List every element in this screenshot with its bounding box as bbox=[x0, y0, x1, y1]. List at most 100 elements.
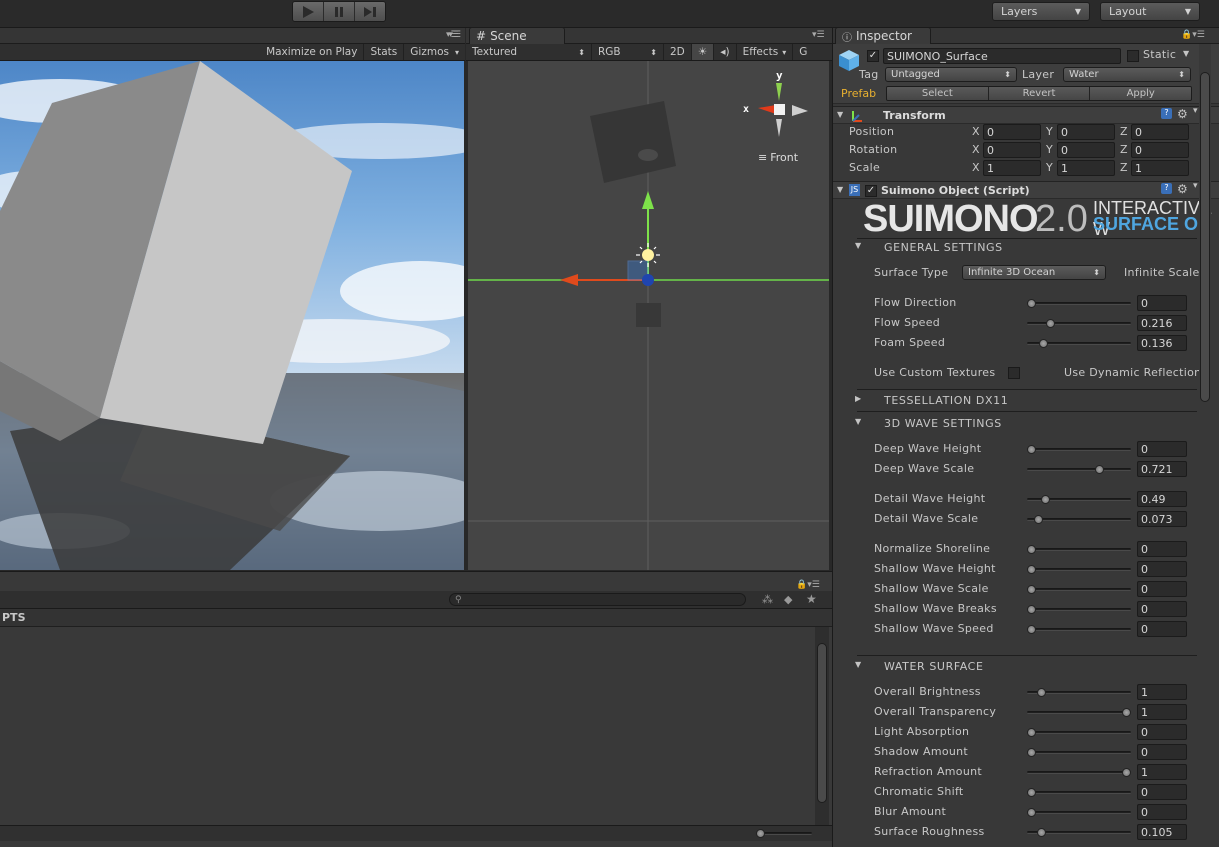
transform-y-field[interactable]: 1 bbox=[1057, 160, 1115, 176]
slider-value-field[interactable]: 0 bbox=[1137, 784, 1187, 800]
help-icon[interactable]: ? bbox=[1161, 108, 1172, 119]
render-mode-dropdown[interactable]: Textured ⬍ bbox=[466, 44, 592, 60]
slider-value-field[interactable]: 0 bbox=[1137, 744, 1187, 760]
slider-knob[interactable] bbox=[1027, 445, 1036, 454]
game-viewport[interactable] bbox=[0, 61, 464, 570]
icon-size-knob[interactable] bbox=[756, 829, 765, 838]
transform-x-field[interactable]: 1 bbox=[983, 160, 1041, 176]
slider-value-field[interactable]: 0 bbox=[1137, 724, 1187, 740]
foldout-arrow-icon[interactable]: ▼ bbox=[837, 110, 843, 119]
slider-knob[interactable] bbox=[1027, 808, 1036, 817]
inspector-scrollbar-thumb[interactable] bbox=[1200, 72, 1210, 402]
slider-value-field[interactable]: 1 bbox=[1137, 764, 1187, 780]
slider-value-field[interactable]: 1 bbox=[1137, 704, 1187, 720]
layout-dropdown[interactable]: Layout ▼ bbox=[1100, 2, 1200, 21]
gizmos-dropdown[interactable]: Gizmos ▾ bbox=[404, 44, 465, 60]
scene-panel-menu-icon[interactable]: ▾☰ bbox=[812, 30, 825, 40]
tessellation-title[interactable]: TESSELLATION DX11 bbox=[884, 394, 1008, 407]
project-scrollbar[interactable] bbox=[815, 627, 829, 825]
static-dropdown-icon[interactable]: ▼ bbox=[1183, 49, 1189, 58]
slider-knob[interactable] bbox=[1041, 495, 1050, 504]
slider-knob[interactable] bbox=[1027, 788, 1036, 797]
slider-knob[interactable] bbox=[1037, 828, 1046, 837]
play-button[interactable] bbox=[293, 2, 324, 21]
static-checkbox[interactable] bbox=[1127, 50, 1139, 62]
prefab-revert-button[interactable]: Revert bbox=[988, 87, 1091, 100]
lighting-toggle[interactable]: ☀ bbox=[691, 44, 715, 60]
transform-header[interactable]: ▼ Transform ? ⚙ ▾ bbox=[833, 106, 1219, 124]
general-settings-title[interactable]: GENERAL SETTINGS bbox=[884, 241, 1003, 254]
layers-dropdown[interactable]: Layers ▼ bbox=[992, 2, 1090, 21]
tag-dropdown[interactable]: Untagged ⬍ bbox=[885, 67, 1017, 82]
slider-value-field[interactable]: 0.073 bbox=[1137, 511, 1187, 527]
slider-track[interactable] bbox=[1027, 771, 1131, 774]
scene-viewport[interactable]: y x ≡ Front bbox=[468, 61, 829, 570]
slider-track[interactable] bbox=[1027, 588, 1131, 591]
inspector-scrollbar[interactable] bbox=[1199, 44, 1211, 847]
slider-knob[interactable] bbox=[1034, 515, 1043, 524]
prefab-apply-button[interactable]: Apply bbox=[1090, 87, 1191, 100]
script-help-icon[interactable]: ? bbox=[1161, 183, 1172, 194]
filter-type-icon[interactable]: ⁂ bbox=[762, 593, 773, 606]
layer-dropdown[interactable]: Water ⬍ bbox=[1063, 67, 1191, 82]
orientation-gizmo[interactable] bbox=[758, 83, 808, 137]
transform-z-field[interactable]: 1 bbox=[1131, 160, 1189, 176]
transform-z-field[interactable]: 0 bbox=[1131, 124, 1189, 140]
mode-2d-toggle[interactable]: 2D bbox=[664, 44, 692, 60]
tab-scene[interactable]: # Scene bbox=[469, 27, 565, 44]
transform-x-field[interactable]: 0 bbox=[983, 142, 1041, 158]
wave-settings-title[interactable]: 3D WAVE SETTINGS bbox=[884, 417, 1002, 430]
transform-x-field[interactable]: 0 bbox=[983, 124, 1041, 140]
slider-knob[interactable] bbox=[1027, 728, 1036, 737]
slider-knob[interactable] bbox=[1039, 339, 1048, 348]
icon-size-slider[interactable] bbox=[760, 832, 812, 835]
effects-dropdown[interactable]: Effects ▾ bbox=[737, 44, 794, 60]
water-surface-foldout-icon[interactable]: ▼ bbox=[855, 660, 861, 669]
surface-type-dropdown[interactable]: Infinite 3D Ocean ⬍ bbox=[962, 265, 1106, 280]
slider-track[interactable] bbox=[1027, 731, 1131, 734]
step-button[interactable] bbox=[355, 2, 385, 21]
slider-knob[interactable] bbox=[1095, 465, 1104, 474]
slider-knob[interactable] bbox=[1027, 299, 1036, 308]
project-search-input[interactable]: ⚲ bbox=[449, 593, 746, 606]
transform-y-field[interactable]: 0 bbox=[1057, 142, 1115, 158]
tessellation-foldout-icon[interactable]: ▶ bbox=[855, 394, 861, 403]
object-name-field[interactable]: SUIMONO_Surface bbox=[883, 48, 1121, 64]
slider-track[interactable] bbox=[1027, 468, 1131, 471]
slider-value-field[interactable]: 0 bbox=[1137, 295, 1187, 311]
script-context-menu-icon[interactable]: ▾ bbox=[1193, 181, 1198, 191]
slider-track[interactable] bbox=[1027, 568, 1131, 571]
custom-textures-checkbox[interactable] bbox=[1008, 367, 1020, 379]
slider-value-field[interactable]: 0.136 bbox=[1137, 335, 1187, 351]
slider-value-field[interactable]: 0.216 bbox=[1137, 315, 1187, 331]
general-foldout-icon[interactable]: ▼ bbox=[855, 241, 861, 250]
slider-knob[interactable] bbox=[1037, 688, 1046, 697]
active-checkbox[interactable]: ✓ bbox=[867, 50, 879, 62]
context-menu-icon[interactable]: ▾ bbox=[1193, 106, 1198, 116]
pause-button[interactable] bbox=[324, 2, 355, 21]
slider-track[interactable] bbox=[1027, 608, 1131, 611]
channel-dropdown[interactable]: RGB ⬍ bbox=[592, 44, 664, 60]
slider-value-field[interactable]: 0 bbox=[1137, 441, 1187, 457]
slider-value-field[interactable]: 0.49 bbox=[1137, 491, 1187, 507]
view-mode-label[interactable]: ≡ Front bbox=[758, 151, 798, 164]
slider-track[interactable] bbox=[1027, 302, 1131, 305]
tab-inspector[interactable]: ⓘ Inspector bbox=[835, 28, 931, 44]
slider-value-field[interactable]: 0.105 bbox=[1137, 824, 1187, 840]
lock-icon[interactable]: 🔒▾☰ bbox=[796, 580, 820, 590]
script-header[interactable]: ▼ JS ✓ Suimono Object (Script) ? ⚙ ▾ bbox=[833, 181, 1219, 199]
slider-track[interactable] bbox=[1027, 791, 1131, 794]
slider-value-field[interactable]: 0 bbox=[1137, 601, 1187, 617]
slider-knob[interactable] bbox=[1027, 565, 1036, 574]
favorite-star-icon[interactable]: ★ bbox=[806, 592, 817, 606]
slider-value-field[interactable]: 0 bbox=[1137, 561, 1187, 577]
slider-track[interactable] bbox=[1027, 811, 1131, 814]
slider-value-field[interactable]: 0.721 bbox=[1137, 461, 1187, 477]
game-panel-menu-icon[interactable]: ▾☰ bbox=[446, 30, 459, 40]
foldout-arrow-icon[interactable]: ▼ bbox=[837, 185, 843, 194]
inspector-lock-icon[interactable]: 🔒▾☰ bbox=[1181, 30, 1205, 40]
scrollbar-thumb[interactable] bbox=[817, 643, 827, 803]
slider-track[interactable] bbox=[1027, 628, 1131, 631]
filter-label-icon[interactable]: ◆ bbox=[784, 593, 792, 606]
slider-track[interactable] bbox=[1027, 448, 1131, 451]
